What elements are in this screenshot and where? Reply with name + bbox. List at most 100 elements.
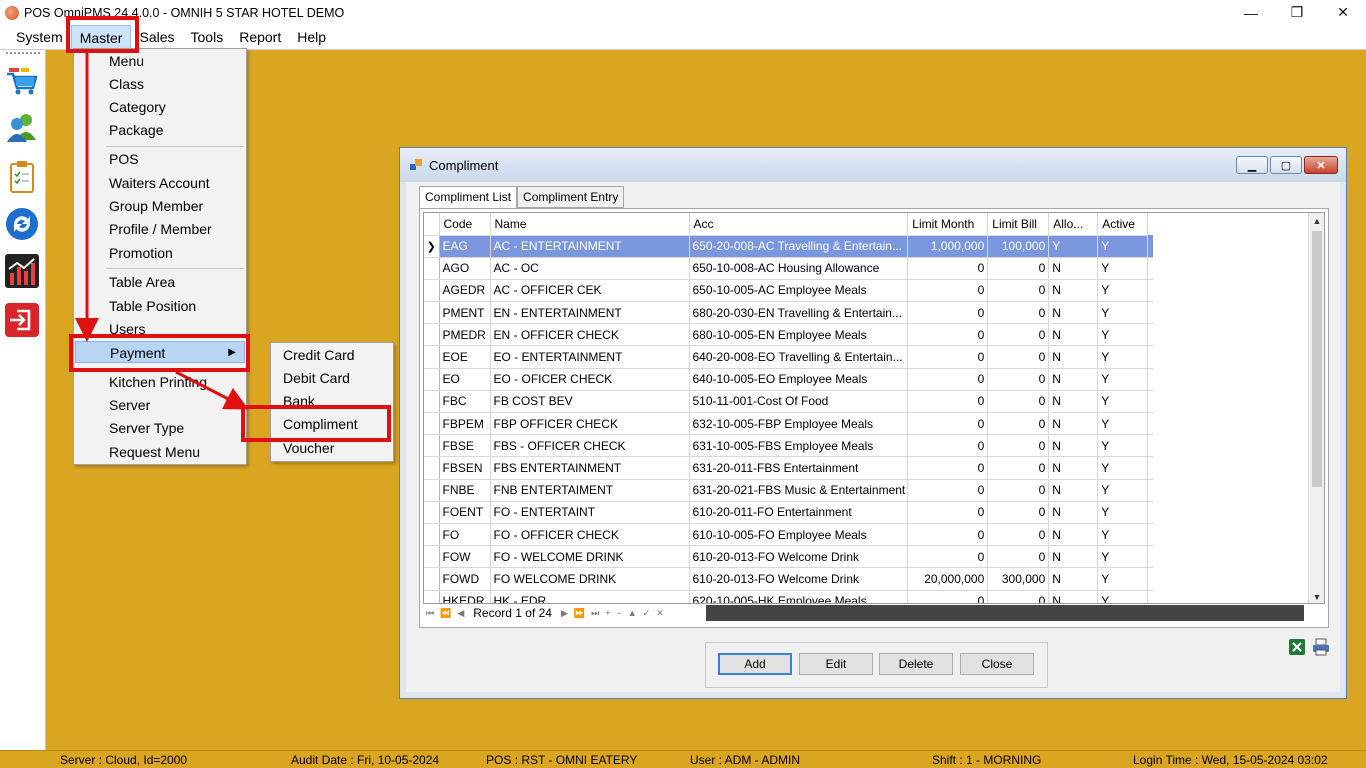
- table-cell[interactable]: 0: [907, 523, 989, 547]
- table-cell[interactable]: 0: [907, 545, 989, 569]
- next-page-icon[interactable]: ⏩: [571, 608, 588, 619]
- scroll-up-icon[interactable]: ▲: [1309, 213, 1324, 229]
- table-cell[interactable]: AC - OFFICER CEK: [490, 279, 690, 303]
- table-row[interactable]: FO FO - OFFICER CHECK 610-10-005-FO Employ…: [424, 523, 1154, 547]
- table-row[interactable]: FBSE FBS - OFFICER CHECK 631-10-005-FBS Em…: [424, 434, 1154, 458]
- table-cell[interactable]: 610-10-005-FO Employee Meals: [689, 523, 909, 547]
- table-cell[interactable]: Y: [1097, 412, 1149, 436]
- close-window-button[interactable]: ✕: [1304, 156, 1338, 174]
- table-cell[interactable]: 0: [907, 301, 989, 325]
- column-header-acc[interactable]: Acc: [689, 213, 909, 236]
- table-cell[interactable]: 631-20-011-FBS Entertainment: [689, 456, 909, 480]
- tab-compliment-list[interactable]: Compliment List: [419, 186, 518, 209]
- table-cell[interactable]: FOW: [439, 545, 491, 569]
- table-cell[interactable]: 510-11-001-Cost Of Food: [689, 390, 909, 414]
- excel-export-icon[interactable]: [1288, 638, 1306, 656]
- table-cell[interactable]: HKEDR: [439, 590, 491, 603]
- table-row[interactable]: EOE EO - ENTERTAINMENT 640-20-008-EO Trave…: [424, 345, 1154, 369]
- table-cell[interactable]: Y: [1097, 479, 1149, 502]
- refresh-icon[interactable]: [3, 205, 41, 243]
- table-cell[interactable]: N: [1048, 257, 1099, 280]
- row-indicator[interactable]: [424, 434, 440, 458]
- row-indicator[interactable]: [424, 590, 440, 603]
- menu-tools[interactable]: Tools: [183, 25, 232, 50]
- menu-item-profile-member[interactable]: Profile / Member: [75, 218, 245, 240]
- scroll-thumb[interactable]: [1312, 231, 1322, 487]
- menu-item-category[interactable]: Category: [75, 96, 245, 118]
- table-cell[interactable]: FNB ENTERTAIMENT: [490, 479, 690, 502]
- table-cell[interactable]: Y: [1097, 323, 1149, 347]
- table-cell[interactable]: 650-10-005-AC Employee Meals: [689, 279, 909, 303]
- grid-horizontal-scrollbar[interactable]: [706, 605, 1304, 621]
- table-cell[interactable]: 0: [907, 501, 989, 524]
- report-chart-icon[interactable]: [3, 252, 41, 290]
- save-record-icon[interactable]: ✓: [640, 608, 654, 619]
- cancel-record-icon[interactable]: ✕: [653, 608, 667, 619]
- menu-sales[interactable]: Sales: [131, 25, 182, 50]
- table-cell[interactable]: EO - OFICER CHECK: [490, 368, 690, 391]
- table-cell[interactable]: 631-20-021-FBS Music & Entertainment: [689, 479, 909, 502]
- table-row[interactable]: AGEDR AC - OFFICER CEK 650-10-005-AC Emplo…: [424, 279, 1154, 303]
- maximize-window-button[interactable]: ▢: [1270, 156, 1302, 174]
- table-cell[interactable]: 0: [987, 501, 1050, 524]
- row-indicator[interactable]: [424, 479, 440, 502]
- table-cell[interactable]: N: [1048, 479, 1099, 502]
- table-cell[interactable]: FOWD: [439, 567, 491, 591]
- table-cell[interactable]: AC - ENTERTAINMENT: [490, 235, 690, 258]
- minimize-window-button[interactable]: ▁: [1236, 156, 1268, 174]
- table-cell[interactable]: N: [1048, 390, 1099, 414]
- table-cell[interactable]: N: [1048, 590, 1099, 603]
- column-header-allow[interactable]: Allo...: [1048, 213, 1099, 236]
- table-cell[interactable]: 0: [987, 479, 1050, 502]
- menu-item-class[interactable]: Class: [75, 73, 245, 95]
- table-row[interactable]: ❯ EAG AC - ENTERTAINMENT 650-20-008-AC Trav…: [424, 235, 1154, 258]
- table-cell[interactable]: Y: [1097, 301, 1149, 325]
- edit-record-icon[interactable]: ▲: [625, 608, 640, 618]
- grid-vertical-scrollbar[interactable]: ▲ ▼: [1308, 213, 1324, 603]
- table-cell[interactable]: FO - WELCOME DRINK: [490, 545, 690, 569]
- row-indicator[interactable]: [424, 523, 440, 547]
- table-cell[interactable]: Y: [1097, 434, 1149, 458]
- table-cell[interactable]: Y: [1097, 368, 1149, 391]
- table-cell[interactable]: Y: [1097, 501, 1149, 524]
- users-icon[interactable]: [3, 108, 41, 146]
- table-cell[interactable]: 0: [907, 279, 989, 303]
- menu-item-package[interactable]: Package: [75, 119, 245, 141]
- row-indicator[interactable]: [424, 279, 440, 303]
- table-row[interactable]: EO EO - OFICER CHECK 640-10-005-EO Employe…: [424, 368, 1154, 391]
- row-indicator[interactable]: [424, 345, 440, 369]
- table-row[interactable]: FBSEN FBS ENTERTAINMENT 631-20-011-FBS Ent…: [424, 456, 1154, 480]
- print-icon[interactable]: [1312, 638, 1330, 656]
- table-row[interactable]: FBPEM FBP OFFICER CHECK 632-10-005-FBP Emp…: [424, 412, 1154, 436]
- menu-item-table-position[interactable]: Table Position: [75, 295, 245, 317]
- last-record-icon[interactable]: ⏭: [588, 608, 602, 619]
- table-cell[interactable]: EO: [439, 368, 491, 391]
- row-indicator[interactable]: [424, 368, 440, 391]
- table-cell[interactable]: 0: [907, 412, 989, 436]
- table-row[interactable]: FOW FO - WELCOME DRINK 610-20-013-FO Welco…: [424, 545, 1154, 569]
- table-cell[interactable]: HK - EDR: [490, 590, 690, 603]
- table-cell[interactable]: FBS ENTERTAINMENT: [490, 456, 690, 480]
- table-cell[interactable]: N: [1048, 434, 1099, 458]
- table-cell[interactable]: 610-20-011-FO Entertainment: [689, 501, 909, 524]
- table-cell[interactable]: N: [1048, 501, 1099, 524]
- table-cell[interactable]: 610-20-013-FO Welcome Drink: [689, 567, 909, 591]
- menu-item-table-area[interactable]: Table Area: [75, 271, 245, 293]
- menu-item-menu[interactable]: Menu: [75, 50, 245, 72]
- table-cell[interactable]: N: [1048, 456, 1099, 480]
- menu-item-pos[interactable]: POS: [75, 148, 245, 170]
- table-row[interactable]: FOENT FO - ENTERTAINT 610-20-011-FO Entert…: [424, 501, 1154, 524]
- table-cell[interactable]: 0: [907, 479, 989, 502]
- menu-report[interactable]: Report: [231, 25, 289, 50]
- menu-item-group-member[interactable]: Group Member: [75, 195, 245, 217]
- table-cell[interactable]: EN - ENTERTAINMENT: [490, 301, 690, 325]
- table-cell[interactable]: Y: [1097, 590, 1149, 603]
- submenu-item-debit-card[interactable]: Debit Card: [272, 367, 392, 389]
- row-indicator[interactable]: [424, 545, 440, 569]
- menu-item-server[interactable]: Server: [75, 394, 245, 416]
- table-row[interactable]: PMEDR EN - OFFICER CHECK 680-10-005-EN Emp…: [424, 323, 1154, 347]
- first-record-icon[interactable]: ⏮: [423, 608, 437, 619]
- prev-record-icon[interactable]: ◀: [454, 608, 467, 619]
- table-cell[interactable]: 610-20-013-FO Welcome Drink: [689, 545, 909, 569]
- row-indicator[interactable]: [424, 501, 440, 524]
